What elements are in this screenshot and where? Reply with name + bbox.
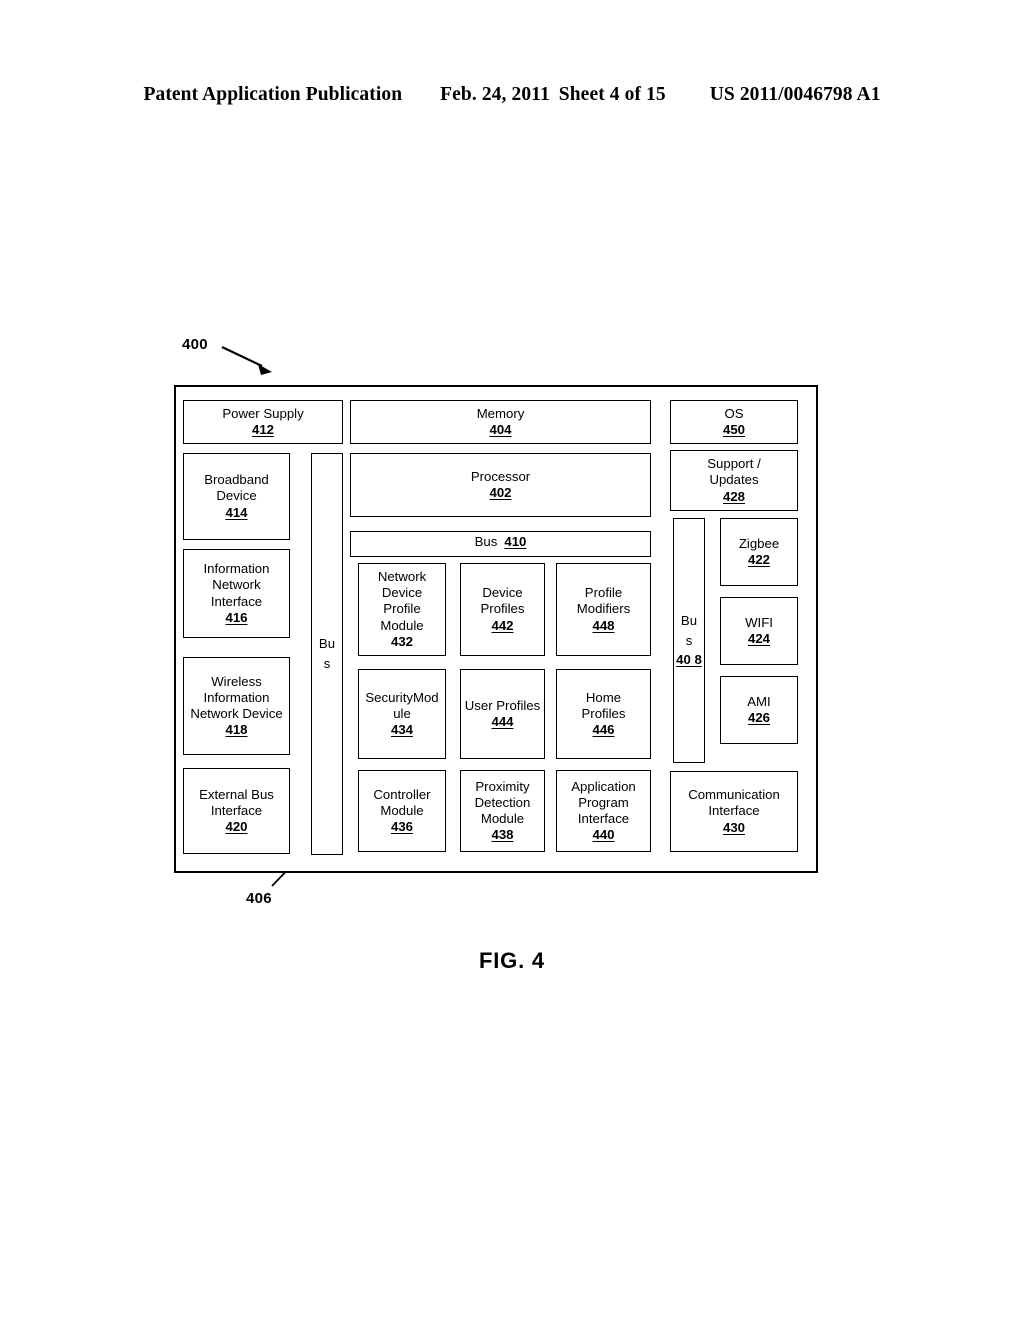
block-label: Network Device Profile Module <box>377 568 427 633</box>
block-communication-interface[interactable]: Communication Interface 430 <box>670 771 798 852</box>
figure-caption: FIG. 4 <box>479 948 545 973</box>
block-number: 426 <box>747 710 770 725</box>
block-bus-408[interactable]: Bu s 40 8 <box>673 518 705 763</box>
block-number: 416 <box>225 609 248 625</box>
block-processor[interactable]: Processor 402 <box>350 453 651 517</box>
reference-numeral-406: 406 <box>246 890 272 907</box>
block-label: SecurityMod ule <box>365 689 439 721</box>
block-label: Communication Interface <box>688 787 780 819</box>
block-label: AMI <box>747 693 771 709</box>
block-number: 418 <box>225 722 248 738</box>
block-label: WIFI <box>745 614 773 630</box>
block-number: 434 <box>390 722 413 738</box>
block-label: Memory <box>476 405 525 421</box>
block-memory[interactable]: Memory 404 <box>350 400 651 444</box>
block-label: Wireless Information Network Device <box>190 673 283 721</box>
block-number: 402 <box>489 485 512 500</box>
block-proximity-detection-module[interactable]: Proximity Detection Module 438 <box>460 770 545 852</box>
block-number: 420 <box>225 819 248 835</box>
block-bus-406[interactable]: Bu s <box>311 453 343 855</box>
block-number: 444 <box>491 714 514 729</box>
block-label: Application Program Interface <box>571 778 636 826</box>
block-os[interactable]: OS 450 <box>670 400 798 444</box>
block-ami[interactable]: AMI 426 <box>720 676 798 744</box>
block-number: 442 <box>491 617 514 633</box>
block-label: Proximity Detection Module <box>474 778 531 826</box>
block-label: OS <box>724 405 744 421</box>
block-number: 422 <box>747 552 770 567</box>
block-number: 446 <box>592 722 615 738</box>
block-number: 432 <box>390 633 413 649</box>
block-number: 428 <box>722 488 745 504</box>
block-number: 438 <box>491 827 514 843</box>
block-number: 450 <box>722 422 745 437</box>
block-number: 424 <box>747 631 770 646</box>
block-number: 412 <box>251 422 274 437</box>
block-security-module[interactable]: SecurityMod ule 434 <box>358 669 446 759</box>
block-label: User Profiles <box>464 697 541 713</box>
block-support-updates[interactable]: Support / Updates 428 <box>670 450 798 511</box>
block-power-supply[interactable]: Power Supply 412 <box>183 400 343 444</box>
block-number: 430 <box>722 819 745 835</box>
block-label: External Bus Interface <box>199 786 274 818</box>
block-number: 440 <box>592 827 615 843</box>
block-profile-modifiers[interactable]: Profile Modifiers 448 <box>556 563 651 656</box>
block-broadband-device[interactable]: Broadband Device 414 <box>183 453 290 540</box>
block-wifi[interactable]: WIFI 424 <box>720 597 798 665</box>
block-label: Bu s <box>680 612 698 648</box>
block-label: Profile Modifiers <box>576 585 631 617</box>
block-number: 40 8 <box>676 652 702 668</box>
block-number: 448 <box>592 617 615 633</box>
block-number: 404 <box>489 422 512 437</box>
block-label: Bus <box>474 534 498 549</box>
block-label: Home Profiles <box>581 689 626 721</box>
block-label: Device Profiles <box>480 585 525 617</box>
block-label: Bu s <box>318 636 336 671</box>
block-label: Processor <box>470 468 531 484</box>
block-bus-410[interactable]: Bus 410 <box>350 531 651 557</box>
block-label: Support / Updates <box>707 456 761 488</box>
block-user-profiles[interactable]: User Profiles 444 <box>460 669 545 759</box>
block-label: Power Supply <box>222 405 304 421</box>
block-network-device-profile-module[interactable]: Network Device Profile Module 432 <box>358 563 446 656</box>
block-wireless-information-network-device[interactable]: Wireless Information Network Device 418 <box>183 657 290 755</box>
block-device-profiles[interactable]: Device Profiles 442 <box>460 563 545 656</box>
block-home-profiles[interactable]: Home Profiles 446 <box>556 669 651 759</box>
block-zigbee[interactable]: Zigbee 422 <box>720 518 798 586</box>
block-label: Information Network Interface <box>203 561 270 609</box>
block-number: 436 <box>390 819 413 835</box>
block-external-bus-interface[interactable]: External Bus Interface 420 <box>183 768 290 854</box>
figure-4-drawing: 400 406 Power Supply 412 Broadband Devic… <box>0 0 1024 1320</box>
block-number: 414 <box>225 504 248 520</box>
block-number: 410 <box>504 534 527 549</box>
reference-numeral-400: 400 <box>182 336 208 353</box>
block-controller-module[interactable]: Controller Module 436 <box>358 770 446 852</box>
block-label: Zigbee <box>738 535 780 551</box>
block-label: Broadband Device <box>204 472 269 504</box>
block-application-program-interface[interactable]: Application Program Interface 440 <box>556 770 651 852</box>
block-information-network-interface[interactable]: Information Network Interface 416 <box>183 549 290 638</box>
block-label: Controller Module <box>373 786 431 818</box>
